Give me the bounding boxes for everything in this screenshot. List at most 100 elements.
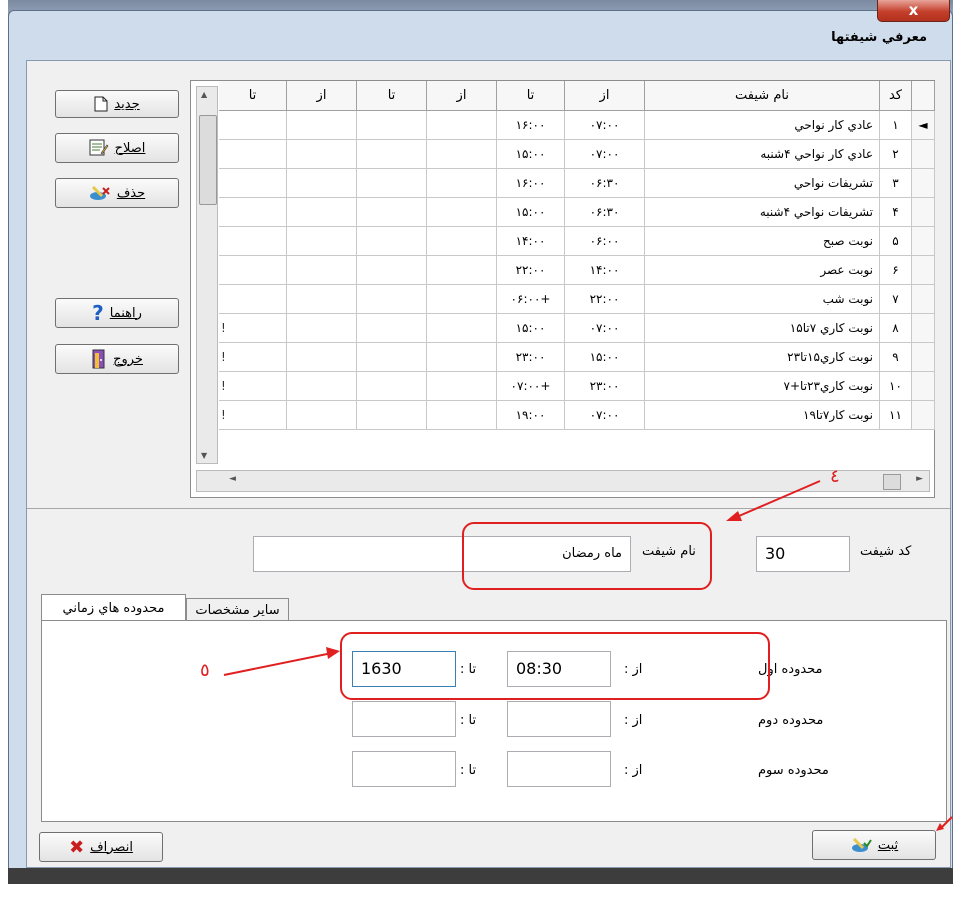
row-selector[interactable] <box>912 169 935 198</box>
cell-from-1[interactable]: ٢٣:٠٠ <box>565 372 645 401</box>
cell-to-3[interactable] <box>219 140 287 169</box>
cell-from-3[interactable] <box>287 343 357 372</box>
third-range-to-input[interactable] <box>352 751 456 787</box>
scroll-left-arrow-icon[interactable]: ◄ <box>229 474 236 484</box>
cell-from-2[interactable] <box>427 314 497 343</box>
cell-shift-name[interactable]: نوبت كاري١۵تا٢٣ <box>645 343 880 372</box>
cell-from-1[interactable]: ٠۶:٣٠ <box>565 198 645 227</box>
cell-to-3[interactable] <box>219 285 287 314</box>
cell-shift-name[interactable]: نوبت شب <box>645 285 880 314</box>
cell-to-1[interactable]: ١۵:٠٠ <box>497 198 565 227</box>
cell-shift-name[interactable]: تشريفات نواحي <box>645 169 880 198</box>
cell-to-2[interactable] <box>357 169 427 198</box>
cell-to-1[interactable]: ٠۶:٠٠+ <box>497 285 565 314</box>
cell-from-3[interactable] <box>287 372 357 401</box>
cell-from-1[interactable]: ٠٧:٠٠ <box>565 314 645 343</box>
cell-to-2[interactable] <box>357 314 427 343</box>
cell-code[interactable]: ۶ <box>880 256 912 285</box>
cell-from-1[interactable]: ٠۶:٣٠ <box>565 169 645 198</box>
cell-from-2[interactable] <box>427 401 497 430</box>
cell-from-1[interactable]: ٢٢:٠٠ <box>565 285 645 314</box>
cell-from-2[interactable] <box>427 198 497 227</box>
cell-from-3[interactable] <box>287 401 357 430</box>
cell-from-1[interactable]: ٠٧:٠٠ <box>565 140 645 169</box>
second-range-to-input[interactable] <box>352 701 456 737</box>
cell-to-2[interactable] <box>357 111 427 140</box>
cell-from-2[interactable] <box>427 227 497 256</box>
edit-button[interactable]: اصلاح <box>55 133 179 163</box>
scroll-right-arrow-icon[interactable]: ► <box>916 474 923 484</box>
cell-to-1[interactable]: ١۵:٠٠ <box>497 314 565 343</box>
cell-to-2[interactable] <box>357 401 427 430</box>
cell-to-2[interactable] <box>357 140 427 169</box>
cell-shift-name[interactable]: عادي كار نواحي <box>645 111 880 140</box>
row-selector[interactable] <box>912 256 935 285</box>
cell-from-3[interactable] <box>287 256 357 285</box>
cell-from-2[interactable] <box>427 343 497 372</box>
cell-from-2[interactable] <box>427 169 497 198</box>
cell-shift-name[interactable]: نوبت كاري٢٣تا+٧ <box>645 372 880 401</box>
save-button[interactable]: ثبت <box>812 830 936 860</box>
cell-from-1[interactable]: ٠٧:٠٠ <box>565 111 645 140</box>
row-selector[interactable] <box>912 227 935 256</box>
cell-from-3[interactable] <box>287 140 357 169</box>
cell-to-1[interactable]: ٠٧:٠٠+ <box>497 372 565 401</box>
cell-code[interactable]: ١١ <box>880 401 912 430</box>
close-button[interactable]: x <box>877 0 950 22</box>
cell-to-3[interactable] <box>219 111 287 140</box>
third-range-from-input[interactable] <box>507 751 611 787</box>
column-header-code[interactable]: كد <box>880 81 912 111</box>
cell-to-2[interactable] <box>357 343 427 372</box>
row-selector[interactable] <box>912 140 935 169</box>
cell-shift-name[interactable]: نوبت كار٧تا١٩ <box>645 401 880 430</box>
column-header-to-3[interactable]: تا <box>219 81 287 111</box>
cell-from-2[interactable] <box>427 256 497 285</box>
cell-code[interactable]: ١ <box>880 111 912 140</box>
cell-from-2[interactable] <box>427 111 497 140</box>
cell-shift-name[interactable]: عادي كار نواحي ۴شنبه <box>645 140 880 169</box>
tab-time-ranges[interactable]: محدوده هاي زماني <box>41 594 186 623</box>
cell-code[interactable]: ٢ <box>880 140 912 169</box>
cell-from-2[interactable] <box>427 372 497 401</box>
cell-code[interactable]: ١٠ <box>880 372 912 401</box>
cell-to-3[interactable]: ! <box>219 343 287 372</box>
cell-from-3[interactable] <box>287 314 357 343</box>
cell-from-3[interactable] <box>287 198 357 227</box>
row-selector[interactable] <box>912 285 935 314</box>
cell-to-3[interactable] <box>219 227 287 256</box>
cell-code[interactable]: ٣ <box>880 169 912 198</box>
cell-from-1[interactable]: ٠۶:٠٠ <box>565 227 645 256</box>
cell-code[interactable]: ٩ <box>880 343 912 372</box>
cell-to-2[interactable] <box>357 198 427 227</box>
horizontal-scroll-thumb[interactable] <box>883 474 901 490</box>
cell-from-3[interactable] <box>287 285 357 314</box>
cell-shift-name[interactable]: تشريفات نواحي ۴شنبه <box>645 198 880 227</box>
cell-from-3[interactable] <box>287 169 357 198</box>
column-header-from-1[interactable]: از <box>565 81 645 111</box>
scroll-down-arrow-icon[interactable]: ▼ <box>201 451 207 460</box>
cell-from-1[interactable]: ٠٧:٠٠ <box>565 401 645 430</box>
cell-from-1[interactable]: ١۵:٠٠ <box>565 343 645 372</box>
exit-button[interactable]: خروج <box>55 344 179 374</box>
cell-to-2[interactable] <box>357 285 427 314</box>
cell-to-2[interactable] <box>357 227 427 256</box>
cell-to-1[interactable]: ١۶:٠٠ <box>497 111 565 140</box>
cell-code[interactable]: ۴ <box>880 198 912 227</box>
cell-from-1[interactable]: ١۴:٠٠ <box>565 256 645 285</box>
column-header-shift-name[interactable]: نام شيفت <box>645 81 880 111</box>
cell-to-1[interactable]: ١٩:٠٠ <box>497 401 565 430</box>
tab-other-properties[interactable]: ساير مشخصات <box>186 598 289 622</box>
row-selector[interactable] <box>912 198 935 227</box>
current-row-pointer-icon[interactable]: ◄ <box>912 111 935 140</box>
help-button[interactable]: راهنما ? <box>55 298 179 328</box>
cell-to-1[interactable]: ١۶:٠٠ <box>497 169 565 198</box>
vertical-scroll-thumb[interactable] <box>199 115 217 205</box>
column-header-to-2[interactable]: تا <box>357 81 427 111</box>
cell-from-2[interactable] <box>427 140 497 169</box>
cell-shift-name[interactable]: نوبت عصر <box>645 256 880 285</box>
cell-shift-name[interactable]: نوبت كاري ٧تا١۵ <box>645 314 880 343</box>
cell-shift-name[interactable]: نوبت صبح <box>645 227 880 256</box>
cell-to-3[interactable] <box>219 256 287 285</box>
scroll-up-arrow-icon[interactable]: ▲ <box>201 90 207 99</box>
cancel-button[interactable]: انصراف ✖ <box>39 832 163 862</box>
